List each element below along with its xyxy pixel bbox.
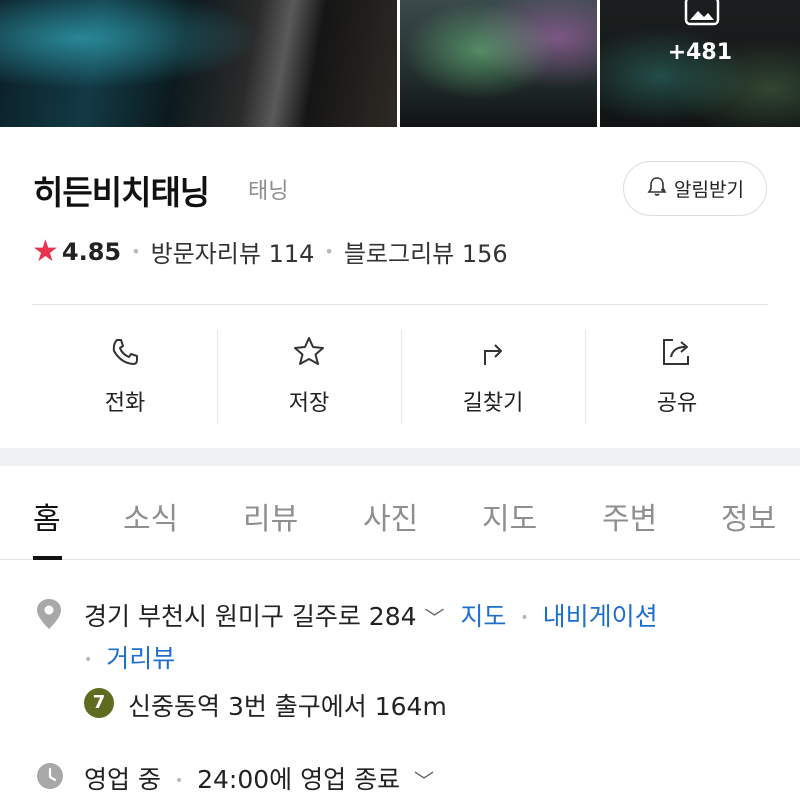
bell-icon: [646, 175, 668, 202]
address-row-2: • 거리뷰: [84, 639, 175, 675]
action-bar: 전화 저장 길찾기 공유: [33, 330, 769, 424]
tab-photos[interactable]: 사진: [363, 494, 418, 538]
tab-map[interactable]: 지도: [482, 494, 537, 538]
directions-icon: [476, 330, 510, 373]
photo-count: +481: [667, 40, 733, 65]
save-button[interactable]: 저장: [217, 330, 401, 424]
tab-news[interactable]: 소식: [123, 494, 178, 538]
address-row: 경기 부천시 원미구 길주로 284 ﹀ 지도 • 내비게이션: [84, 597, 658, 633]
address-text: 경기 부천시 원미구 길주로 284: [84, 602, 417, 631]
navigation-link[interactable]: 내비게이션: [543, 602, 658, 631]
photo-gallery: +481: [0, 0, 800, 127]
rating-row: ★ 4.85 • 방문자리뷰 114 • 블로그리뷰 156: [32, 234, 508, 269]
map-link[interactable]: 지도: [460, 602, 506, 631]
call-label: 전화: [104, 391, 146, 416]
directions-label: 길찾기: [462, 391, 524, 416]
active-tab-indicator: [33, 556, 62, 560]
separator-dot: •: [131, 242, 141, 261]
image-icon: [684, 0, 720, 30]
save-label: 저장: [288, 391, 330, 416]
tab-reviews[interactable]: 리뷰: [243, 494, 298, 538]
place-category: 태닝: [248, 179, 289, 204]
business-status: 영업 중: [84, 765, 161, 794]
phone-icon: [108, 330, 142, 373]
notify-label: 알림받기: [674, 179, 744, 201]
place-title: 히든비치태닝: [33, 173, 210, 212]
star-outline-icon: [292, 330, 326, 373]
separator-dot: •: [324, 242, 334, 261]
streetview-link[interactable]: 거리뷰: [106, 644, 175, 673]
separator-dot: •: [520, 610, 529, 626]
divider: [32, 304, 768, 305]
business-hours: 24:00에 영업 종료: [197, 765, 401, 794]
notify-button[interactable]: 알림받기: [623, 161, 767, 216]
tab-info[interactable]: 정보: [721, 494, 776, 538]
share-button[interactable]: 공유: [585, 330, 769, 424]
subway-line-badge: 7: [84, 688, 114, 718]
photo-thumbnail[interactable]: [0, 0, 397, 127]
call-button[interactable]: 전화: [33, 330, 217, 424]
directions-button[interactable]: 길찾기: [401, 330, 585, 424]
tab-home[interactable]: 홈: [33, 494, 61, 538]
star-icon: ★: [32, 233, 59, 269]
subway-info: 신중동역 3번 출구에서 164m: [128, 692, 447, 721]
separator-dot: •: [174, 773, 184, 789]
photo-thumbnail[interactable]: [399, 0, 597, 127]
rating-score: 4.85: [61, 237, 122, 266]
share-label: 공유: [656, 391, 698, 416]
location-pin-icon: [36, 598, 62, 634]
blog-reviews-link[interactable]: 블로그리뷰 156: [344, 234, 508, 269]
tab-bar: 홈 소식 리뷰 사진 지도 주변 정보: [0, 466, 800, 560]
clock-icon: [36, 762, 64, 794]
hours-row[interactable]: 영업 중 • 24:00에 영업 종료 ﹀: [84, 760, 434, 796]
section-separator: [0, 448, 800, 466]
visitor-reviews-link[interactable]: 방문자리뷰 114: [151, 234, 315, 269]
chevron-down-icon[interactable]: ﹀: [424, 606, 444, 630]
separator-dot: •: [84, 652, 93, 668]
tab-nearby[interactable]: 주변: [602, 494, 657, 538]
chevron-down-icon[interactable]: ﹀: [414, 769, 434, 793]
share-icon: [659, 330, 695, 373]
